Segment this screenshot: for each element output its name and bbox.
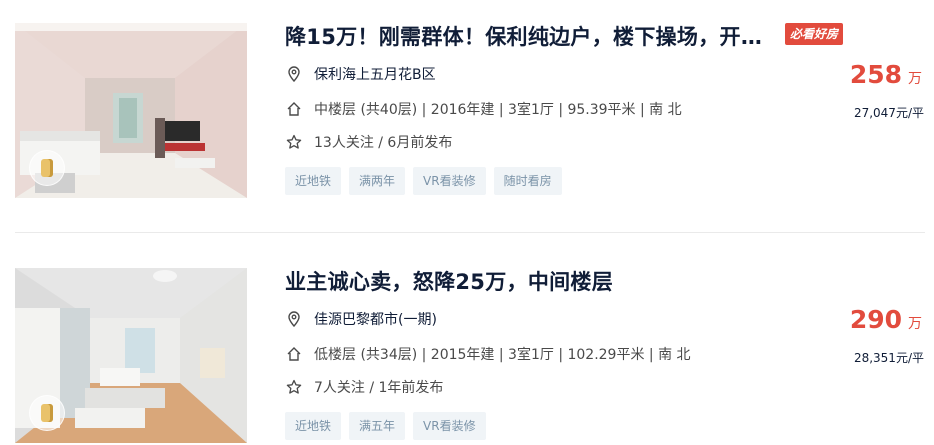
tag: 近地铁 <box>285 167 342 195</box>
listing-photo[interactable] <box>15 268 247 443</box>
tag: VR看装修 <box>413 412 486 440</box>
community-link[interactable]: 保利海上五月花B区 <box>314 64 436 84</box>
listing-card: 降15万！刚需群体！保利纯边户，楼下操场，开… 必看好房 保利海上五月花B区 中… <box>0 0 934 200</box>
star-icon <box>285 133 303 151</box>
follow-info: 7人关注 / 1年前发布 <box>314 380 444 396</box>
tag: 满两年 <box>349 167 406 195</box>
total-price: 258 万 <box>850 60 922 89</box>
divider <box>15 232 925 233</box>
vr-cube-icon <box>41 159 53 177</box>
community-link[interactable]: 佳源巴黎都市(一期) <box>314 309 437 329</box>
house-icon <box>285 100 303 118</box>
tag: VR看装修 <box>413 167 486 195</box>
vr-cube-icon <box>41 404 53 422</box>
house-info: 中楼层 (共40层) | 2016年建 | 3室1厅 | 95.39平米 | 南… <box>314 102 682 118</box>
price-unit: 万 <box>908 71 922 87</box>
tag-list: 近地铁 满五年 VR看装修 <box>285 412 486 440</box>
house-icon <box>285 345 303 363</box>
price-value: 258 <box>849 60 902 89</box>
tag: 随时看房 <box>493 167 562 195</box>
house-info: 低楼层 (共34层) | 2015年建 | 3室1厅 | 102.29平米 | … <box>314 347 691 363</box>
follow-info: 13人关注 / 6月前发布 <box>314 135 453 151</box>
community-row: 佳源巴黎都市(一期) <box>285 309 437 329</box>
vr-badge[interactable] <box>29 395 65 431</box>
total-price: 290 万 <box>850 305 922 334</box>
listing-title[interactable]: 业主诚心卖，怒降25万，中间楼层 <box>285 266 780 296</box>
tag: 近地铁 <box>285 412 342 440</box>
star-icon <box>285 378 303 396</box>
location-pin-icon <box>285 65 303 83</box>
community-row: 保利海上五月花B区 <box>285 64 436 84</box>
location-pin-icon <box>285 310 303 328</box>
follow-row: 13人关注 / 6月前发布 <box>285 132 452 152</box>
listing-card: 业主诚心卖，怒降25万，中间楼层 佳源巴黎都市(一期) 低楼层 (共34层) |… <box>0 245 934 445</box>
follow-row: 7人关注 / 1年前发布 <box>285 377 443 397</box>
unit-price: 28,351元/平 <box>853 351 924 365</box>
unit-price: 27,047元/平 <box>853 106 924 120</box>
vr-badge[interactable] <box>29 150 65 186</box>
house-info-row: 中楼层 (共40层) | 2016年建 | 3室1厅 | 95.39平米 | 南… <box>285 99 682 119</box>
listing-photo[interactable] <box>15 23 247 198</box>
listing-title[interactable]: 降15万！刚需群体！保利纯边户，楼下操场，开… <box>285 21 780 51</box>
must-see-badge: 必看好房 <box>785 23 844 45</box>
tag-list: 近地铁 满两年 VR看装修 随时看房 <box>285 167 562 195</box>
price-unit: 万 <box>908 316 922 332</box>
tag: 满五年 <box>349 412 406 440</box>
price-value: 290 <box>849 305 902 334</box>
house-info-row: 低楼层 (共34层) | 2015年建 | 3室1厅 | 102.29平米 | … <box>285 344 691 364</box>
